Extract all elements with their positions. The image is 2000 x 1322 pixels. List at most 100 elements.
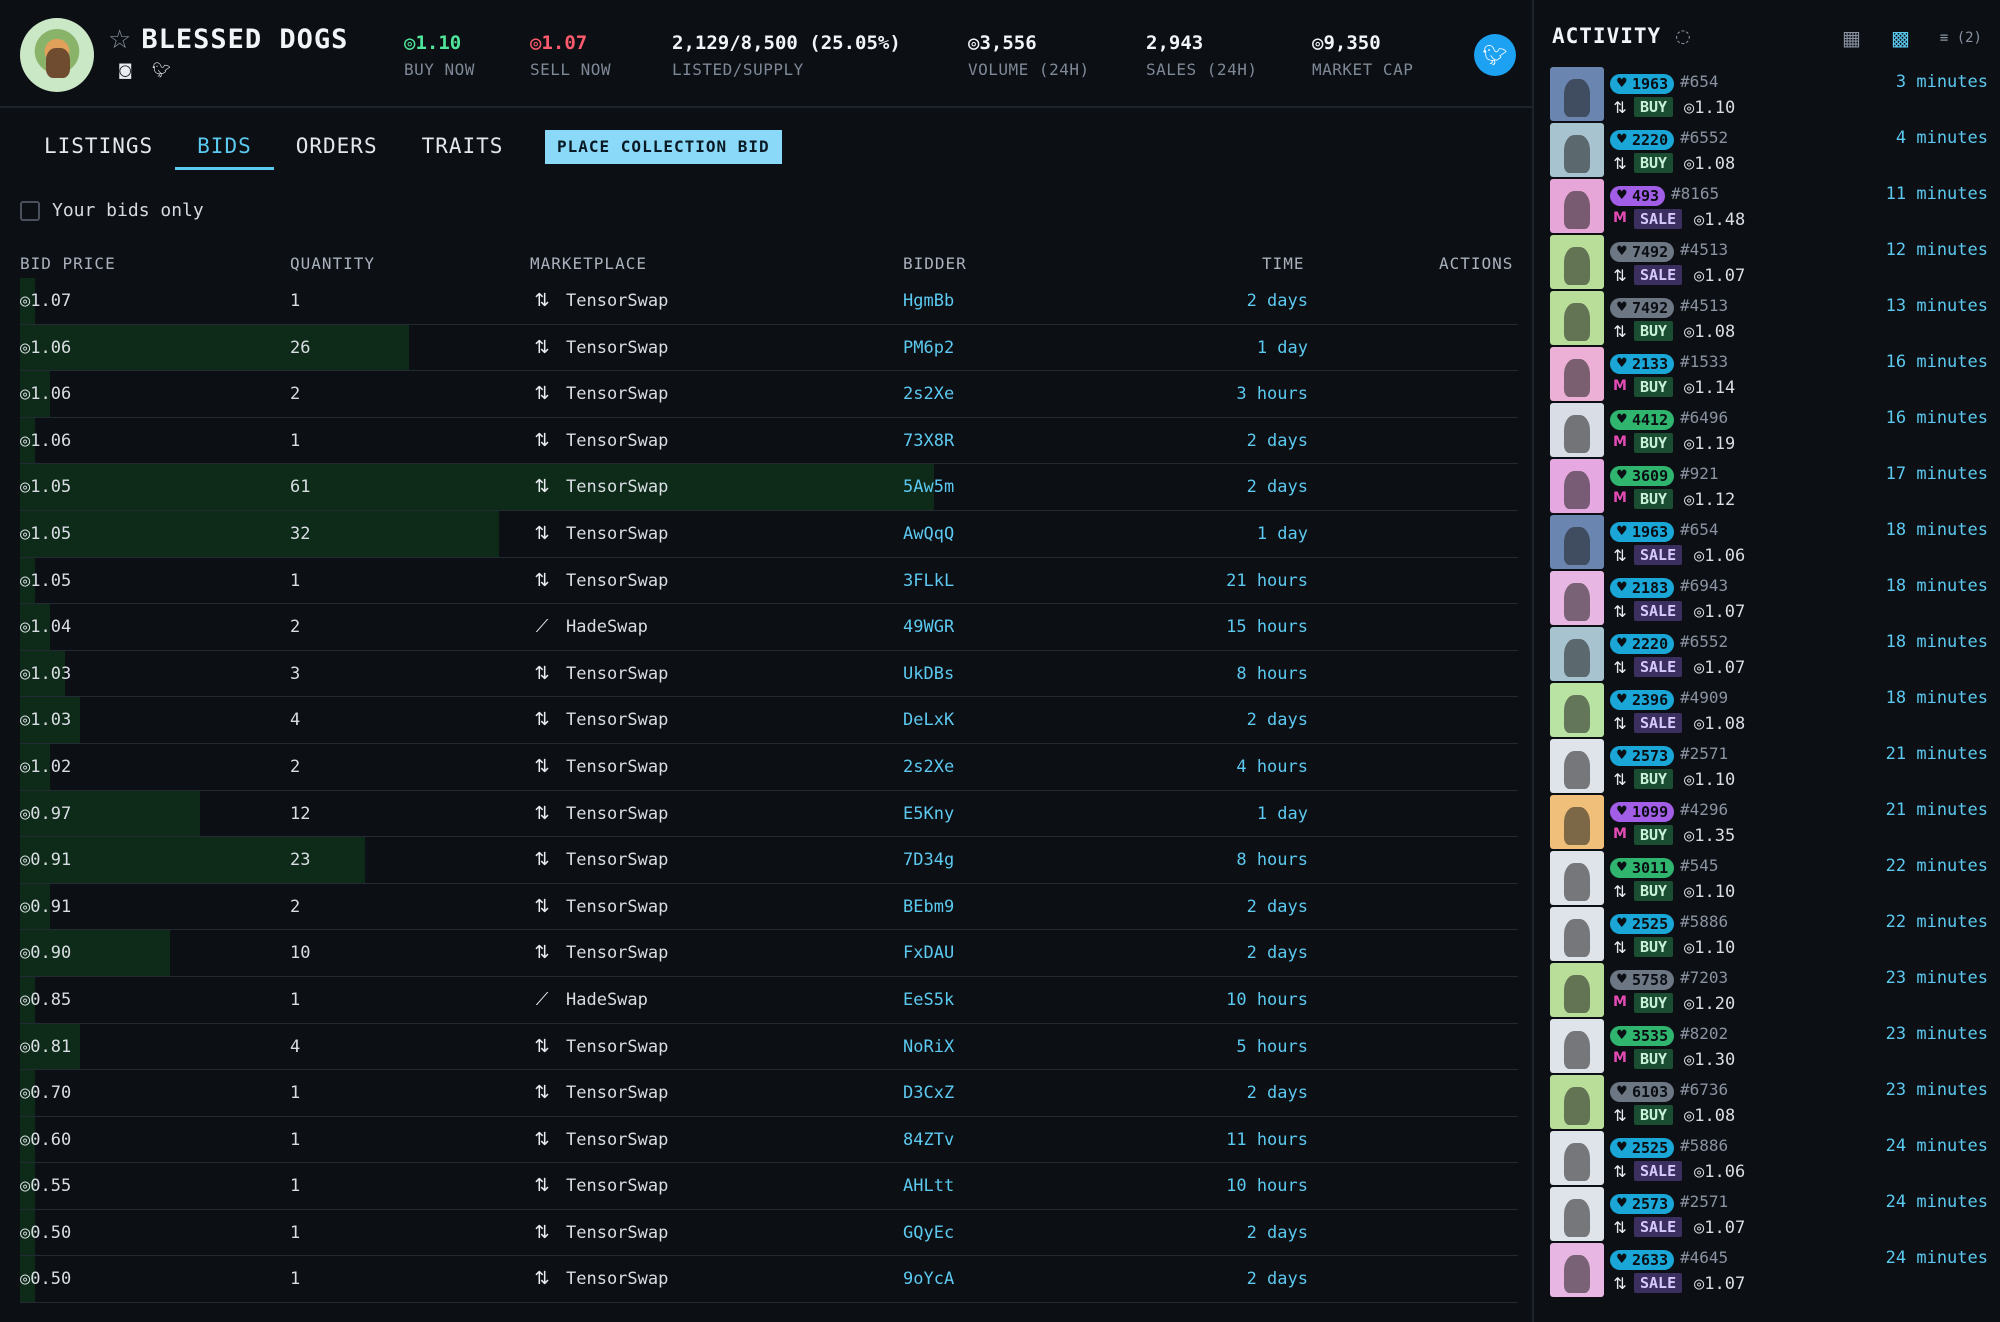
your-bids-only-toggle[interactable]: Your bids only	[20, 200, 204, 221]
place-collection-bid-button[interactable]: PLACE COLLECTION BID	[545, 130, 782, 164]
table-row[interactable]: ◎0.91 2 ⇅ TensorSwap BEbm9 2 days	[20, 883, 1518, 931]
filter-button[interactable]: ≡ (2)	[1940, 30, 1982, 46]
grid-small-view-icon[interactable]: ▦	[1842, 26, 1861, 50]
activity-item[interactable]: 3609 #921 M BUY ◎1.12 17 minutes	[1550, 458, 1996, 514]
activity-item[interactable]: 493 #8165 M SALE ◎1.48 11 minutes	[1550, 178, 1996, 234]
table-row[interactable]: ◎1.06 26 ⇅ TensorSwap PM6p2 1 day	[20, 324, 1518, 372]
nft-thumbnail[interactable]	[1550, 739, 1604, 793]
table-row[interactable]: ◎0.81 4 ⇅ TensorSwap NoRiX 5 hours	[20, 1023, 1518, 1071]
col-quantity[interactable]: QUANTITY	[290, 254, 375, 273]
nft-thumbnail[interactable]	[1550, 1187, 1604, 1241]
tab-orders[interactable]: ORDERS	[274, 122, 400, 170]
table-row[interactable]: ◎1.07 1 ⇅ TensorSwap HgmBb 2 days	[20, 278, 1518, 325]
tab-traits[interactable]: TRAITS	[400, 122, 526, 170]
activity-item[interactable]: 4412 #6496 M BUY ◎1.19 16 minutes	[1550, 402, 1996, 458]
nft-thumbnail[interactable]	[1550, 851, 1604, 905]
activity-item[interactable]: 5758 #7203 M BUY ◎1.20 23 minutes	[1550, 962, 1996, 1018]
nft-thumbnail[interactable]	[1550, 403, 1604, 457]
bidder-link[interactable]: E5Kny	[903, 791, 954, 837]
bidder-link[interactable]: DeLxK	[903, 697, 954, 743]
table-row[interactable]: ◎0.85 1 ⟋ HadeSwap EeS5k 10 hours	[20, 976, 1518, 1024]
table-row[interactable]: ◎0.50 1 ⇅ TensorSwap 9oYcA 2 days	[20, 1256, 1518, 1304]
bidder-link[interactable]: 9oYcA	[903, 1256, 954, 1302]
bidder-link[interactable]: AHLtt	[903, 1163, 954, 1209]
favorite-star-icon[interactable]: ☆	[108, 27, 131, 53]
nft-thumbnail[interactable]	[1550, 1131, 1604, 1185]
bidder-link[interactable]: 84ZTv	[903, 1117, 954, 1163]
activity-item[interactable]: 2183 #6943 ⇅ SALE ◎1.07 18 minutes	[1550, 570, 1996, 626]
nft-thumbnail[interactable]	[1550, 907, 1604, 961]
table-row[interactable]: ◎1.06 2 ⇅ TensorSwap 2s2Xe 3 hours	[20, 371, 1518, 418]
table-row[interactable]: ◎1.04 2 ⟋ HadeSwap 49WGR 15 hours	[20, 604, 1518, 651]
activity-item[interactable]: 2573 #2571 ⇅ SALE ◎1.07 24 minutes	[1550, 1186, 1996, 1242]
activity-item[interactable]: 1099 #4296 M BUY ◎1.35 21 minutes	[1550, 794, 1996, 850]
table-row[interactable]: ◎1.05 32 ⇅ TensorSwap AwQqQ 1 day	[20, 510, 1518, 558]
col-bid-price[interactable]: BID PRICE	[20, 254, 116, 273]
bidder-link[interactable]: NoRiX	[903, 1024, 954, 1070]
nft-thumbnail[interactable]	[1550, 795, 1604, 849]
activity-item[interactable]: 2220 #6552 ⇅ BUY ◎1.08 4 minutes	[1550, 122, 1996, 178]
activity-item[interactable]: 6103 #6736 ⇅ BUY ◎1.08 23 minutes	[1550, 1074, 1996, 1130]
table-row[interactable]: ◎0.90 10 ⇅ TensorSwap FxDAU 2 days	[20, 930, 1518, 977]
table-row[interactable]: ◎1.05 1 ⇅ TensorSwap 3FLkL 21 hours	[20, 557, 1518, 605]
col-time[interactable]: TIME	[1262, 254, 1305, 273]
table-row[interactable]: ◎0.91 23 ⇅ TensorSwap 7D34g 8 hours	[20, 837, 1518, 884]
bidder-link[interactable]: 5Aw5m	[903, 464, 954, 510]
nft-thumbnail[interactable]	[1550, 1075, 1604, 1129]
nft-thumbnail[interactable]	[1550, 1243, 1604, 1297]
bidder-link[interactable]: 3FLkL	[903, 558, 954, 604]
table-row[interactable]: ◎0.70 1 ⇅ TensorSwap D3CxZ 2 days	[20, 1070, 1518, 1117]
your-bids-only-checkbox[interactable]	[20, 200, 40, 221]
activity-item[interactable]: 1963 #654 ⇅ SALE ◎1.06 18 minutes	[1550, 514, 1996, 570]
nft-thumbnail[interactable]	[1550, 571, 1604, 625]
bidder-link[interactable]: 2s2Xe	[903, 744, 954, 790]
nft-thumbnail[interactable]	[1550, 1019, 1604, 1073]
activity-item[interactable]: 3535 #8202 M BUY ◎1.30 23 minutes	[1550, 1018, 1996, 1074]
col-marketplace[interactable]: MARKETPLACE	[530, 254, 647, 273]
bidder-link[interactable]: 2s2Xe	[903, 371, 954, 417]
bidder-link[interactable]: AwQqQ	[903, 511, 954, 557]
hide-eye-icon[interactable]: ◌	[1675, 26, 1691, 47]
nft-thumbnail[interactable]	[1550, 459, 1604, 513]
col-bidder[interactable]: BIDDER	[903, 254, 967, 273]
nft-thumbnail[interactable]	[1550, 235, 1604, 289]
nft-thumbnail[interactable]	[1550, 291, 1604, 345]
bidder-link[interactable]: HgmBb	[903, 278, 954, 324]
activity-item[interactable]: 2525 #5886 ⇅ BUY ◎1.10 22 minutes	[1550, 906, 1996, 962]
bidder-link[interactable]: FxDAU	[903, 930, 954, 976]
bidder-link[interactable]: BEbm9	[903, 884, 954, 930]
twitter-icon[interactable]: 🐦︎	[152, 63, 171, 78]
nft-thumbnail[interactable]	[1550, 347, 1604, 401]
nft-thumbnail[interactable]	[1550, 123, 1604, 177]
nft-thumbnail[interactable]	[1550, 179, 1604, 233]
nft-thumbnail[interactable]	[1550, 67, 1604, 121]
bidder-link[interactable]: 49WGR	[903, 604, 954, 650]
bidder-link[interactable]: PM6p2	[903, 325, 954, 371]
activity-item[interactable]: 3011 #545 ⇅ BUY ◎1.10 22 minutes	[1550, 850, 1996, 906]
discord-icon[interactable]: ◙	[118, 63, 134, 78]
activity-item[interactable]: 7492 #4513 ⇅ SALE ◎1.07 12 minutes	[1550, 234, 1996, 290]
nft-thumbnail[interactable]	[1550, 515, 1604, 569]
twitter-share-button[interactable]: 🐦︎	[1474, 34, 1516, 76]
bidder-link[interactable]: D3CxZ	[903, 1070, 954, 1116]
table-row[interactable]: ◎1.02 2 ⇅ TensorSwap 2s2Xe 4 hours	[20, 743, 1518, 791]
nft-thumbnail[interactable]	[1550, 963, 1604, 1017]
table-row[interactable]: ◎0.55 1 ⇅ TensorSwap AHLtt 10 hours	[20, 1163, 1518, 1210]
grid-large-view-icon[interactable]: ▩	[1891, 26, 1910, 50]
activity-item[interactable]: 2396 #4909 ⇅ SALE ◎1.08 18 minutes	[1550, 682, 1996, 738]
bidder-link[interactable]: EeS5k	[903, 977, 954, 1023]
table-row[interactable]: ◎0.50 1 ⇅ TensorSwap GQyEc 2 days	[20, 1209, 1518, 1257]
table-row[interactable]: ◎1.03 4 ⇅ TensorSwap DeLxK 2 days	[20, 697, 1518, 744]
activity-item[interactable]: 2220 #6552 ⇅ SALE ◎1.07 18 minutes	[1550, 626, 1996, 682]
table-row[interactable]: ◎0.60 1 ⇅ TensorSwap 84ZTv 11 hours	[20, 1116, 1518, 1164]
tab-listings[interactable]: LISTINGS	[22, 122, 175, 170]
bidder-link[interactable]: 7D34g	[903, 837, 954, 883]
table-row[interactable]: ◎1.06 1 ⇅ TensorSwap 73X8R 2 days	[20, 417, 1518, 465]
activity-item[interactable]: 1963 #654 ⇅ BUY ◎1.10 3 minutes	[1550, 66, 1996, 122]
activity-item[interactable]: 2633 #4645 ⇅ SALE ◎1.07 24 minutes	[1550, 1242, 1996, 1298]
activity-item[interactable]: 2525 #5886 ⇅ SALE ◎1.06 24 minutes	[1550, 1130, 1996, 1186]
activity-item[interactable]: 2133 #1533 M BUY ◎1.14 16 minutes	[1550, 346, 1996, 402]
nft-thumbnail[interactable]	[1550, 627, 1604, 681]
bidder-link[interactable]: GQyEc	[903, 1210, 954, 1256]
activity-item[interactable]: 7492 #4513 ⇅ BUY ◎1.08 13 minutes	[1550, 290, 1996, 346]
